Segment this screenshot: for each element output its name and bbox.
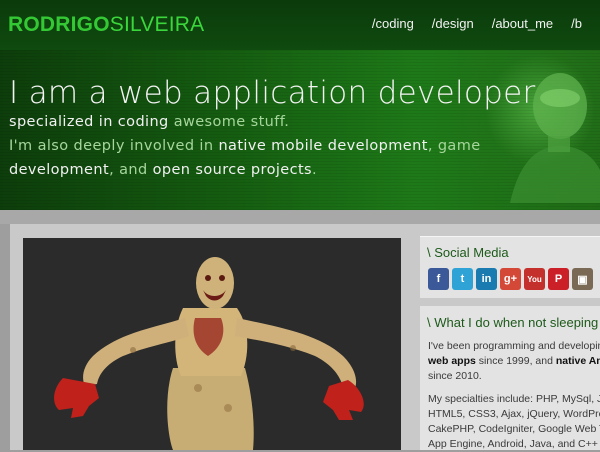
youtube-icon[interactable]: You [524,268,545,290]
hero-text: . [312,162,318,178]
social-icons: f t in g+ You P ▣ [420,266,600,298]
social-media-title: \ Social Media [427,245,509,260]
hero-text: I'm also deeply involved in [9,138,219,154]
about-title: \ What I do when not sleeping [427,315,599,330]
about-para-1-line-2: web apps since 1999, and native And [420,354,600,369]
pinterest-icon[interactable]: P [548,268,569,290]
facebook-icon[interactable]: f [428,268,449,290]
zombie-model-render [54,257,364,450]
linkedin-icon[interactable]: in [476,268,497,290]
about-para-2-line-2: HTML5, CSS3, Ajax, jQuery, WordPre [428,408,600,420]
nav-item-blog[interactable]: /b [571,16,582,31]
hero-banner: I am a web application developer special… [0,50,600,210]
hero-line-2: I'm also deeply involved in native mobil… [9,138,481,154]
featured-image[interactable] [23,238,401,450]
hero-title: I am a web application developer [9,75,536,111]
nav-item-coding[interactable]: /coding [372,16,414,31]
logo-first-name: RODRIGO [8,13,110,36]
about-box: \ What I do when not sleeping I've been … [420,306,600,450]
site-logo[interactable]: RODRIGOSILVEIRA [8,13,204,37]
hero-line-1: specialized in coding awesome stuff. [9,114,289,130]
highlight-native-android: native And [555,355,600,367]
hero-text: , and [109,162,153,178]
top-bar: RODRIGOSILVEIRA /coding /design /about_m… [0,0,600,50]
hero-highlight: open source projects [152,162,313,178]
googleplus-icon[interactable]: g+ [500,268,521,290]
about-para-2-line-3: CakePHP, CodeIgniter, Google Web T [428,423,600,435]
about-para-2-line-1: My specialties include: PHP, MySql, Ja [428,393,600,405]
divider-strip [0,210,600,224]
nav-item-about-me[interactable]: /about_me [492,16,553,31]
main-nav: /coding /design /about_me /b [372,16,600,31]
hero-text: , game [427,138,481,154]
about-text: since 1999, and [475,355,556,367]
about-para-1-line-3: since 2010. [428,370,482,382]
about-para-1-line-1: I've been programming and developing [428,340,600,352]
twitter-icon[interactable]: t [452,268,473,290]
hero-line-3: development, and open source projects. [9,162,317,178]
social-media-box: \ Social Media f t in g+ You P ▣ [420,236,600,298]
hero-highlight: native mobile development [218,138,428,154]
highlight-web-apps: web apps [428,355,476,367]
hero-highlight: development [9,162,110,178]
hero-text: specialized in coding [9,114,174,130]
logo-last-name: SILVEIRA [109,13,205,36]
nav-item-design[interactable]: /design [432,16,474,31]
hero-highlight: awesome stuff. [173,114,290,130]
sidebar: \ Social Media f t in g+ You P ▣ [420,236,600,298]
instagram-icon[interactable]: ▣ [572,268,593,290]
